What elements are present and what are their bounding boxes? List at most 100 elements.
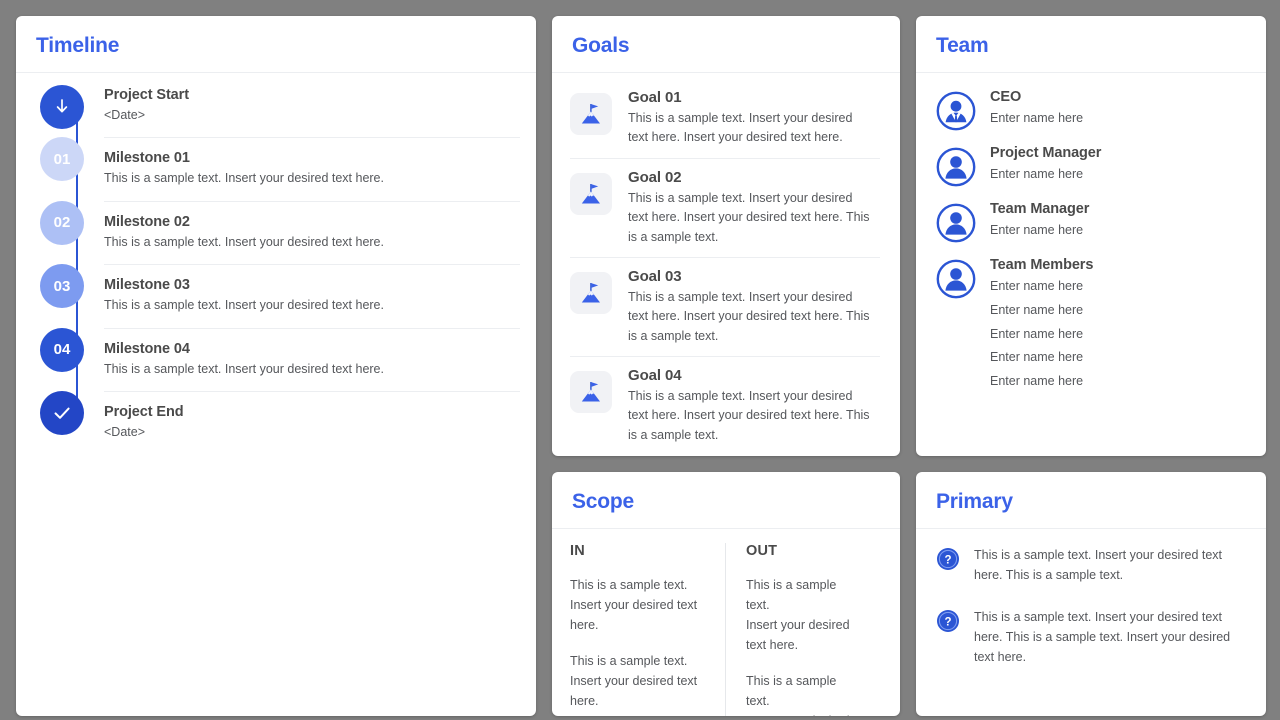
scope-columns: IN This is a sample text. Insert your des… [552,529,900,716]
timeline-list: Project Start <Date> 01 Milestone 01 Thi… [34,85,520,452]
team-row[interactable]: Project Manager Enter name here [936,139,1250,195]
timeline-item-title: Milestone 02 [104,213,190,230]
primary-card: Primary ? This is a sample text. Insert … [916,472,1266,716]
timeline-marker-number: 02 [53,214,71,232]
timeline-marker-wrap: 04 [34,327,90,389]
timeline-item-title: Milestone 04 [104,340,190,357]
scope-card-header: Scope [552,472,900,529]
timeline-card-header: Timeline [16,16,536,73]
goals-list: Goal 01 This is a sample text. Insert yo… [552,73,900,456]
team-title: Team [936,34,989,57]
timeline-row[interactable]: Project End <Date> [34,390,520,452]
team-role: Team Members [990,257,1094,273]
goal-description: This is a sample text. Insert your desir… [628,389,870,442]
scope-item: This is a sample text. Insert your desir… [570,654,698,708]
goal-row[interactable]: Goal 04 This is a sample text. Insert yo… [570,357,880,455]
timeline-marker-wrap: 02 [34,200,90,262]
avatar [936,203,976,243]
person-avatar-icon [936,203,976,243]
scope-card: Scope IN This is a sample text. Insert yo… [552,472,900,716]
primary-row[interactable]: ? This is a sample text. Insert your des… [936,607,1248,667]
timeline-body-text: Milestone 04 This is a sample text. Inse… [104,327,520,389]
goal-text: Goal 03 This is a sample text. Insert yo… [628,268,880,346]
timeline-marker[interactable]: 04 [40,327,84,372]
timeline-item-desc: <Date> [104,108,146,122]
timeline-item-title: Project End [104,403,184,420]
team-card: Team CEO Enter name here Project Manager… [916,16,1266,456]
scope-title: Scope [572,490,635,513]
goal-description: This is a sample text. Insert your desir… [628,289,870,343]
arrow-down-icon [56,99,68,113]
goal-row[interactable]: Goal 02 This is a sample text. Insert yo… [570,159,880,258]
team-member-name[interactable]: Enter name here [990,275,1250,299]
team-member-name[interactable]: Enter name here [990,163,1250,187]
timeline-marker[interactable]: 03 [40,264,84,309]
team-member-name[interactable]: Enter name here [990,219,1250,243]
team-role: Team Manager [990,201,1090,217]
avatar [936,91,976,131]
timeline-item-desc: This is a sample text. Insert your desir… [104,171,384,186]
timeline-item-desc: This is a sample text. Insert your desir… [104,361,384,376]
mountain-flag-icon [581,382,600,402]
goal-title: Goal 01 [628,89,682,106]
question-mark-icon: ? [937,610,959,632]
svg-text:?: ? [944,555,951,567]
primary-card-header: Primary [916,472,1266,529]
timeline-body-text: Milestone 02 This is a sample text. Inse… [104,200,520,262]
scope-column-head: OUT [746,543,778,559]
timeline-item-title: Project Start [104,87,189,103]
team-row[interactable]: CEO Enter name here [936,83,1250,139]
question-mark-icon: ? [937,548,959,570]
timeline-marker[interactable]: 01 [40,137,84,182]
avatar [936,147,976,187]
primary-item-text: This is a sample text. Insert your desir… [974,610,1231,664]
goal-row[interactable]: Goal 01 This is a sample text. Insert yo… [570,79,880,159]
timeline-marker-wrap [34,85,90,135]
primary-title: Primary [936,490,1013,513]
timeline-row[interactable]: 03 Milestone 03 This is a sample text. I… [34,264,520,325]
goal-text: Goal 04 This is a sample text. Insert yo… [628,367,880,445]
avatar [936,259,976,299]
timeline-marker-wrap: 01 [34,137,90,198]
mountain-flag-icon [581,282,600,303]
timeline-marker[interactable] [40,390,84,435]
team-info: Team Members Enter name here Enter name h… [990,257,1250,394]
scope-item: This is a sample text. Insert your desir… [570,578,698,632]
timeline-item-desc: This is a sample text. Insert your desir… [104,298,384,313]
goal-description: This is a sample text. Insert your desir… [628,190,870,244]
timeline-row[interactable]: 01 Milestone 01 This is a sample text. I… [34,137,520,198]
scope-column-head: IN [570,543,585,559]
goals-card-header: Goals [552,16,900,73]
team-member-name[interactable]: Enter name here [990,370,1250,394]
scope-item: This is a sample text. Insert your desir… [746,674,850,716]
team-member-name[interactable]: Enter name here [990,323,1250,347]
team-row[interactable]: Team Members Enter name here Enter name h… [936,251,1250,402]
goal-row[interactable]: Goal 03 This is a sample text. Insert yo… [570,258,880,357]
timeline-item-title: Milestone 01 [104,150,190,167]
goal-description: This is a sample text. Insert your desir… [628,111,853,145]
timeline-body-text: Milestone 03 This is a sample text. Inse… [104,264,520,325]
timeline-marker-number: 04 [53,341,71,358]
team-list: CEO Enter name here Project Manager Ente… [916,73,1266,456]
timeline-row[interactable]: Project Start <Date> [34,85,520,135]
team-row[interactable]: Team Manager Enter name here [936,195,1250,251]
team-info: CEO Enter name here [990,89,1250,131]
scope-item: This is a sample text. Insert your desir… [746,578,850,652]
primary-item-text: This is a sample text. Insert your desir… [974,548,1223,582]
goal-icon-tile [570,93,612,135]
timeline-marker-number: 01 [53,150,71,168]
timeline-body-text: Project Start <Date> [104,85,520,135]
team-member-name[interactable]: Enter name here [990,346,1250,370]
timeline-item-desc: <Date> [104,424,146,439]
team-member-name[interactable]: Enter name here [990,299,1250,323]
primary-list: ? This is a sample text. Insert your des… [916,529,1266,716]
team-member-name[interactable]: Enter name here [990,107,1250,131]
timeline-marker[interactable] [40,85,84,129]
timeline-marker[interactable]: 02 [40,200,84,245]
timeline-row[interactable]: 04 Milestone 04 This is a sample text. I… [34,327,520,389]
goals-card: Goals Goal 01 This is a sample text. Ins… [552,16,900,456]
primary-row[interactable]: ? This is a sample text. Insert your des… [936,545,1248,585]
goal-icon-tile [570,371,612,413]
team-info: Team Manager Enter name here [990,201,1250,243]
timeline-row[interactable]: 02 Milestone 02 This is a sample text. I… [34,200,520,262]
